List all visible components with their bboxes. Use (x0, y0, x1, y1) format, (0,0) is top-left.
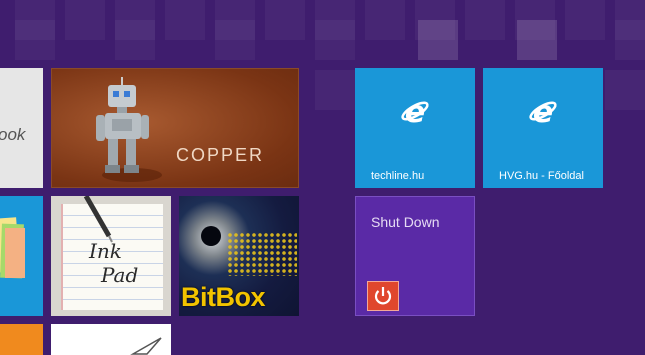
robot-icon (96, 77, 162, 182)
eye-pupil (201, 226, 221, 246)
background-square (315, 20, 355, 60)
background-square (418, 20, 458, 60)
background-square (615, 20, 645, 60)
tile-hvg[interactable]: e HVG.hu - Főoldal (483, 68, 603, 188)
yellow-pixel-pattern (227, 232, 297, 276)
background-square (365, 0, 405, 40)
background-square (15, 20, 55, 60)
tile-techline-label: techline.hu (371, 170, 425, 182)
tile-partial-bottom-orange[interactable] (0, 324, 43, 355)
background-square (115, 20, 155, 60)
tile-shutdown-label: Shut Down (371, 214, 440, 230)
background-square (65, 0, 105, 40)
inkpad-logo: Ink Pad (88, 239, 138, 287)
background-square (315, 70, 355, 110)
tile-copper[interactable]: COPPER (51, 68, 299, 188)
background-square (605, 70, 645, 110)
background-square (565, 0, 605, 40)
internet-explorer-icon: e (529, 97, 557, 127)
tile-partial-bottom-white[interactable] (51, 324, 171, 355)
svg-text:Ink: Ink (88, 239, 122, 263)
svg-text:Pad: Pad (100, 263, 138, 287)
background-square (265, 0, 305, 40)
tile-techline[interactable]: e techline.hu (355, 68, 475, 188)
sticky-notes-icon (0, 217, 26, 280)
background-square (517, 20, 557, 60)
tile-inkpad[interactable]: Ink Pad (51, 196, 171, 316)
paper-plane-icon (130, 337, 162, 355)
tile-partial-left-label: ook (0, 125, 26, 144)
background-square (215, 20, 255, 60)
background-square (465, 0, 505, 40)
tile-partial-left[interactable]: ook (0, 68, 43, 188)
internet-explorer-icon: e (401, 97, 429, 127)
tile-partial-notes[interactable] (0, 196, 43, 316)
tile-bitbox-label: BitBox (181, 282, 266, 312)
tile-copper-label: COPPER (176, 145, 265, 165)
tile-hvg-label: HVG.hu - Főoldal (499, 170, 584, 182)
background-square (165, 0, 205, 40)
tile-shutdown[interactable]: Shut Down (355, 196, 475, 316)
tile-bitbox[interactable]: BitBox (179, 196, 299, 316)
power-icon (367, 281, 399, 311)
